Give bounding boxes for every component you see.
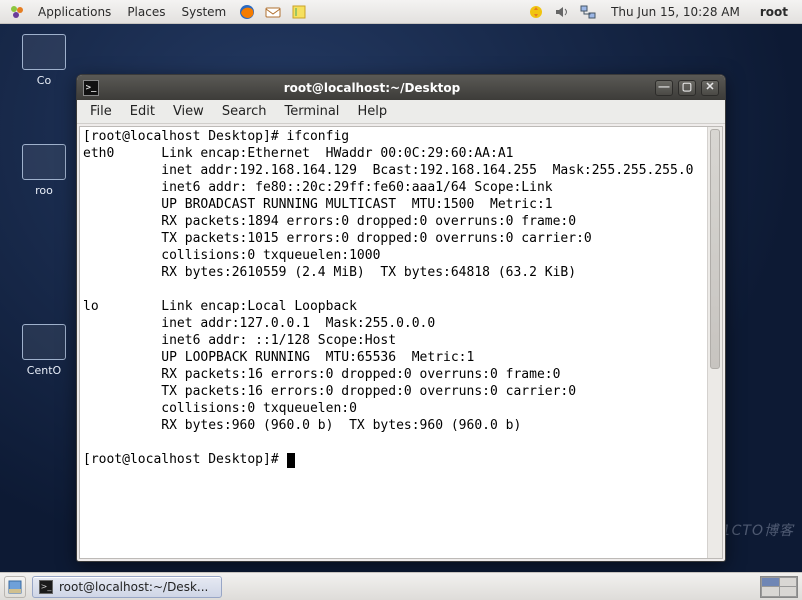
- menu-help[interactable]: Help: [348, 100, 396, 124]
- taskbar-item-label: root@localhost:~/Desk...: [59, 580, 208, 594]
- distro-icon: [8, 3, 26, 21]
- network-icon[interactable]: [579, 3, 597, 21]
- firefox-icon[interactable]: [238, 3, 256, 21]
- workspace-switcher[interactable]: [760, 576, 798, 598]
- menu-file[interactable]: File: [81, 100, 121, 124]
- window-title: root@localhost:~/Desktop: [89, 81, 655, 95]
- notes-icon[interactable]: [290, 3, 308, 21]
- bottom-panel: >_ root@localhost:~/Desk...: [0, 572, 802, 600]
- top-panel: Applications Places System Thu Jun 15, 1…: [0, 0, 802, 24]
- menu-system[interactable]: System: [173, 0, 234, 24]
- clock[interactable]: Thu Jun 15, 10:28 AM: [601, 5, 750, 19]
- desktop-icon-label: Co: [37, 74, 51, 87]
- volume-icon[interactable]: [553, 3, 571, 21]
- maximize-button[interactable]: ▢: [678, 80, 696, 96]
- terminal-window: >_ root@localhost:~/Desktop — ▢ ✕ File E…: [76, 74, 726, 562]
- desktop[interactable]: Co roo CentO @51CTO博客 >_ root@localhost:…: [0, 24, 802, 572]
- desktop-icon[interactable]: Co: [4, 34, 84, 87]
- mail-icon[interactable]: [264, 3, 282, 21]
- menubar: File Edit View Search Terminal Help: [77, 100, 725, 124]
- taskbar-item-terminal[interactable]: >_ root@localhost:~/Desk...: [32, 576, 222, 598]
- cursor: [287, 453, 295, 468]
- user-menu[interactable]: root: [750, 5, 798, 19]
- menu-places[interactable]: Places: [119, 0, 173, 24]
- menu-edit[interactable]: Edit: [121, 100, 164, 124]
- scrollbar-thumb[interactable]: [710, 129, 720, 369]
- scrollbar[interactable]: [707, 127, 722, 558]
- show-desktop-button[interactable]: [4, 576, 26, 598]
- desktop-icon[interactable]: CentO: [4, 324, 84, 377]
- minimize-button[interactable]: —: [655, 80, 673, 96]
- desktop-icon-label: roo: [35, 184, 53, 197]
- terminal-output[interactable]: [root@localhost Desktop]# ifconfig eth0 …: [80, 127, 707, 558]
- desktop-icon-label: CentO: [27, 364, 61, 377]
- menu-search[interactable]: Search: [213, 100, 276, 124]
- menu-terminal[interactable]: Terminal: [275, 100, 348, 124]
- menu-view[interactable]: View: [164, 100, 213, 124]
- desktop-icon[interactable]: roo: [4, 144, 84, 197]
- menu-applications[interactable]: Applications: [30, 0, 119, 24]
- terminal-icon: >_: [39, 580, 53, 594]
- update-icon[interactable]: [527, 3, 545, 21]
- close-button[interactable]: ✕: [701, 80, 719, 96]
- titlebar[interactable]: >_ root@localhost:~/Desktop — ▢ ✕: [77, 75, 725, 100]
